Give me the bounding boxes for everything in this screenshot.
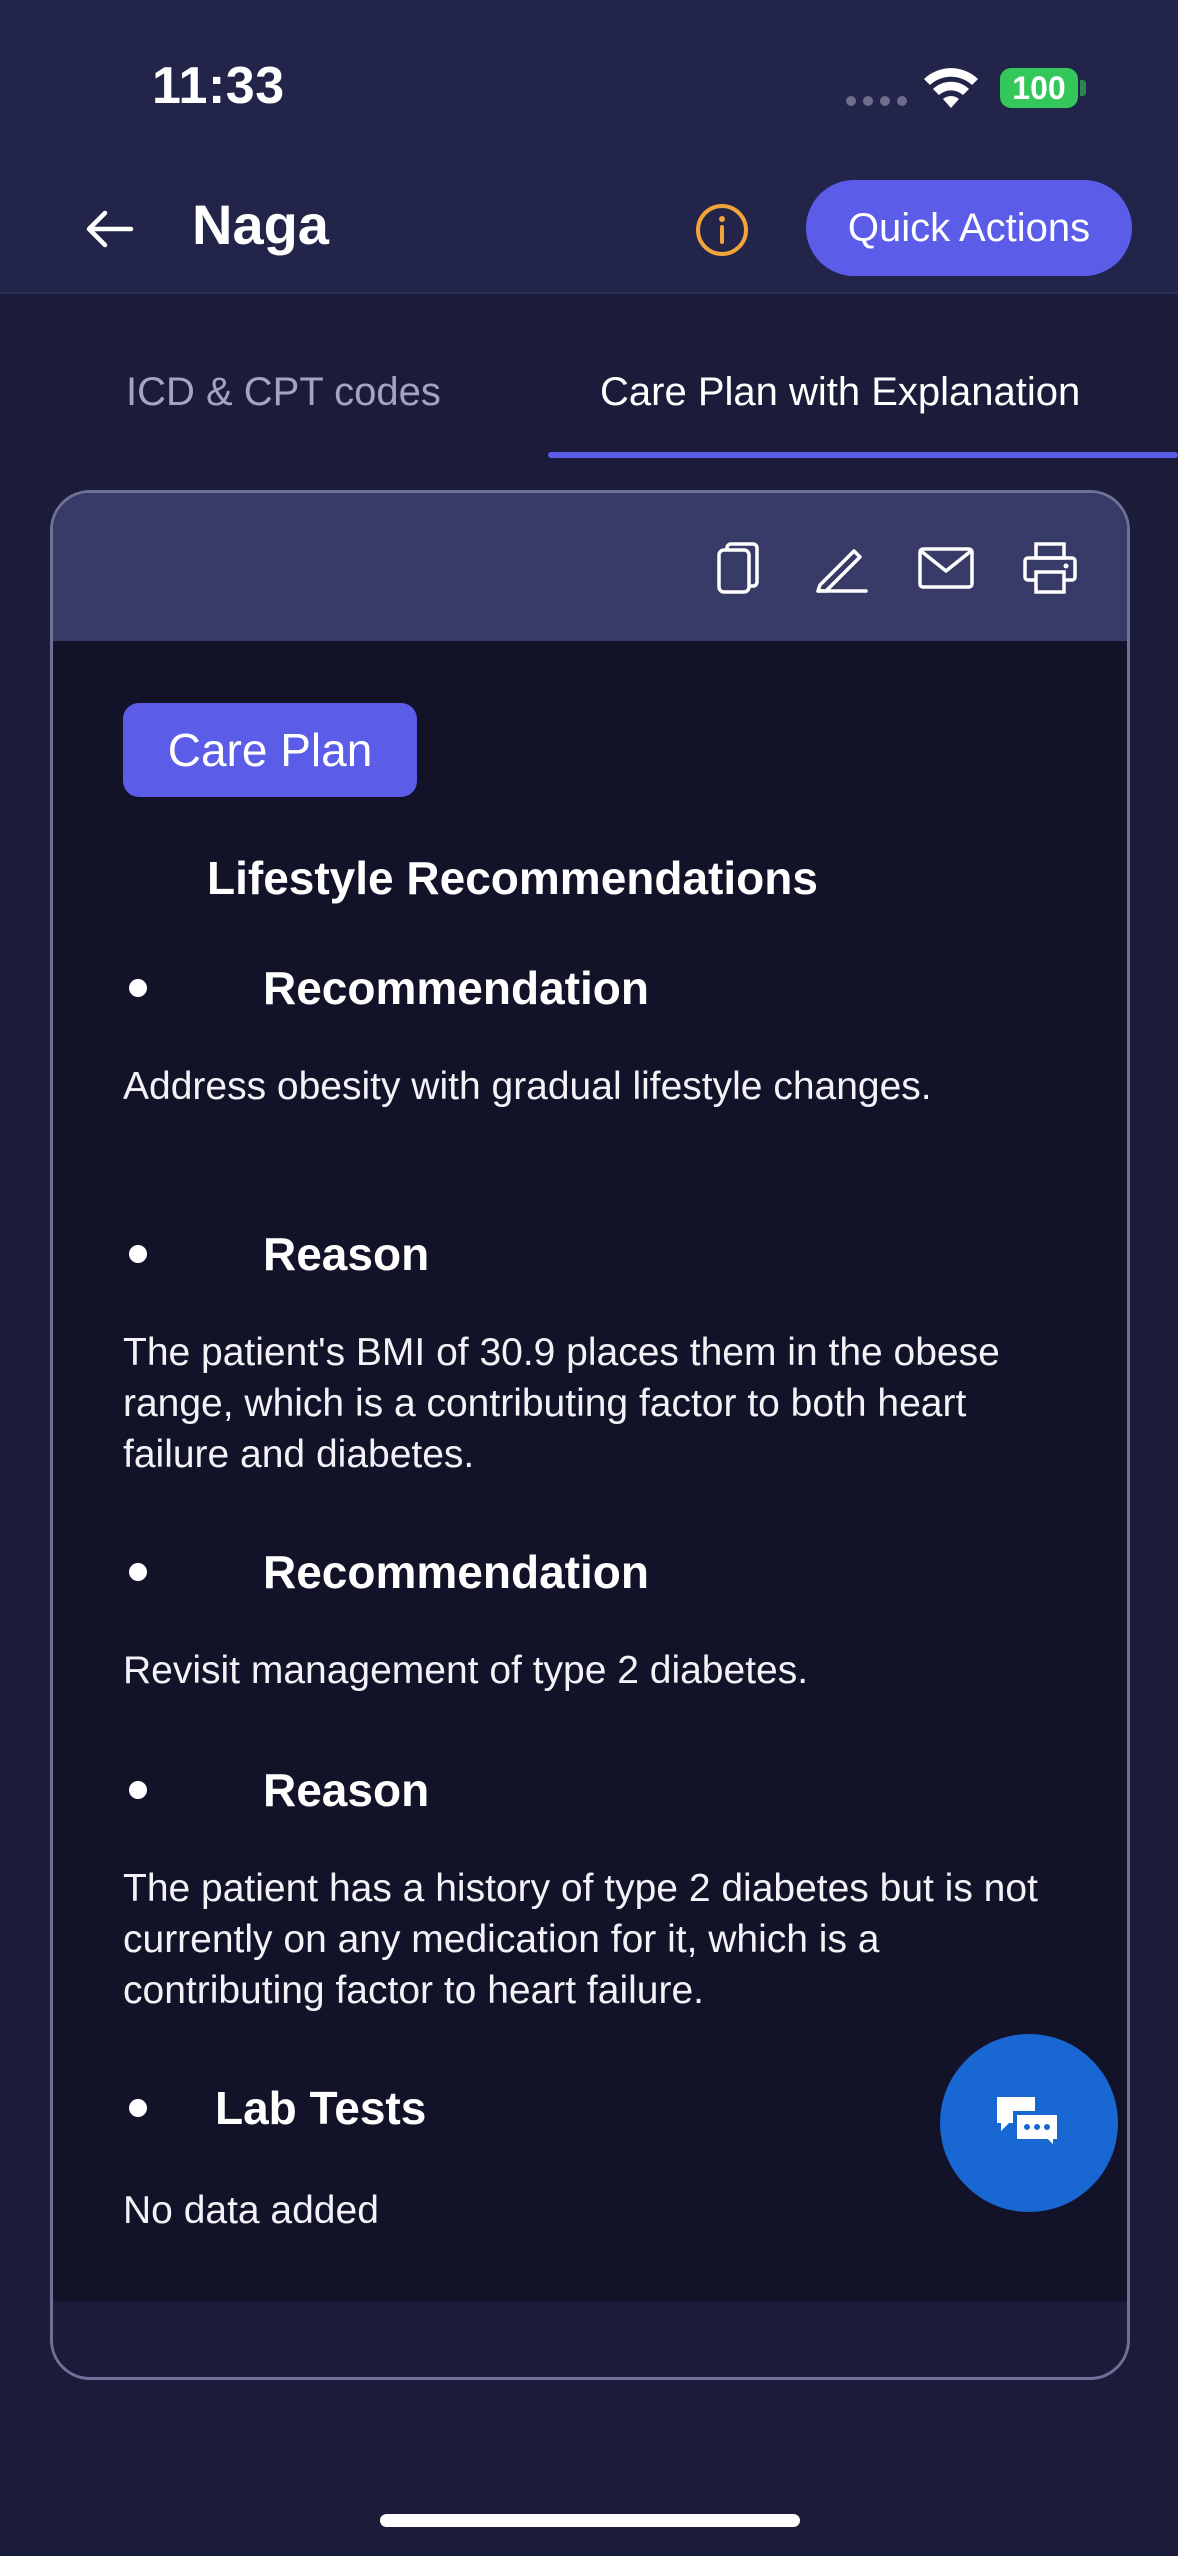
list-item-heading: Reason: [123, 1227, 429, 1281]
app-header: Naga Quick Actions: [0, 170, 1178, 294]
bullet: [129, 1781, 147, 1799]
mail-icon: [918, 547, 974, 589]
edit-button[interactable]: [809, 535, 875, 601]
list-item-text: The patient has a history of type 2 diab…: [123, 1867, 1038, 2012]
tab-icd-cpt-codes[interactable]: ICD & CPT codes: [126, 370, 441, 415]
care-plan-content: Care Plan Lifestyle Recommendations Reco…: [53, 641, 1127, 2301]
info-icon[interactable]: [692, 200, 752, 260]
list-item-heading: Recommendation: [123, 1545, 649, 1599]
copy-icon: [717, 542, 759, 594]
copy-button[interactable]: [705, 535, 771, 601]
list-item-heading: Lab Tests: [123, 2081, 426, 2135]
list-item-heading: Reason: [123, 1763, 429, 1817]
print-icon: [1023, 542, 1077, 594]
chat-button[interactable]: [940, 2034, 1118, 2212]
list-item-text: Address obesity with gradual lifestyle c…: [123, 1065, 932, 1108]
list-item-text: No data added: [123, 2189, 379, 2232]
wifi-icon: [924, 68, 978, 108]
status-time: 11:33: [152, 57, 285, 115]
list-item-heading: Recommendation: [123, 961, 649, 1015]
mail-button[interactable]: [913, 535, 979, 601]
active-tab-indicator: [548, 452, 1178, 458]
back-button[interactable]: [76, 196, 142, 262]
section-title: Lifestyle Recommendations: [207, 852, 818, 904]
battery-indicator: 100: [1000, 68, 1078, 108]
battery-tip: [1080, 80, 1086, 96]
care-plan-badge: Care Plan: [123, 703, 417, 797]
bullet: [129, 979, 147, 997]
list-item-text: Revisit management of type 2 diabetes.: [123, 1649, 809, 1692]
home-indicator[interactable]: [380, 2514, 800, 2527]
chat-icon: [997, 2097, 1061, 2153]
print-button[interactable]: [1017, 535, 1083, 601]
bullet: [129, 1245, 147, 1263]
status-bar: 11:33 100: [0, 0, 1178, 170]
list-item-text: The patient's BMI of 30.9 places them in…: [123, 1331, 1000, 1476]
edit-icon: [816, 549, 868, 593]
arrow-left-icon: [86, 210, 134, 248]
bullet: [129, 1563, 147, 1581]
signal-icon: [846, 96, 907, 106]
quick-actions-button[interactable]: Quick Actions: [806, 180, 1132, 276]
page-title: Naga: [192, 193, 329, 256]
card-toolbar: [53, 493, 1127, 641]
tab-care-plan-explanation[interactable]: Care Plan with Explanation: [600, 370, 1080, 415]
bullet: [129, 2099, 147, 2117]
